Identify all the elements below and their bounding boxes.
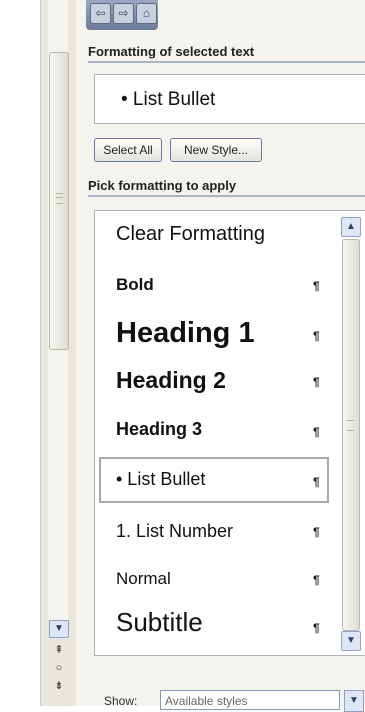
formatting-section-label: Formatting of selected text (88, 44, 365, 63)
styles-list-scrollbar[interactable]: ▲ ▼ (341, 217, 361, 651)
chevron-down-icon[interactable]: ▼ (344, 690, 364, 712)
style-item-label: Normal (116, 569, 171, 588)
styles-and-formatting-pane: ⇦ ⇨ ⌂ Formatting of selected text • List… (76, 0, 365, 712)
paragraph-mark-icon: ¶ (313, 425, 320, 439)
style-item-label: Heading 3 (116, 419, 203, 439)
show-dropdown[interactable]: Available styles (160, 690, 340, 710)
style-item-label: Bold (116, 275, 154, 294)
style-item-list-number[interactable]: 1. List Number (116, 521, 326, 542)
style-item-label: Clear Formatting (116, 223, 265, 245)
grip-icon (56, 193, 63, 204)
select-all-button[interactable]: Select All (94, 138, 162, 162)
selected-formatting-text: • List Bullet (121, 89, 216, 110)
styles-list[interactable]: Clear Formatting Bold ¶ Heading 1 ¶ Head… (94, 210, 365, 656)
scroll-up-icon[interactable]: ▲ (341, 217, 361, 237)
style-item-heading-3[interactable]: Heading 3 (116, 419, 326, 440)
paragraph-mark-icon: ¶ (313, 525, 320, 539)
paragraph-mark-icon: ¶ (313, 573, 320, 587)
home-icon[interactable]: ⌂ (136, 3, 157, 24)
style-item-clear-formatting[interactable]: Clear Formatting (116, 223, 326, 246)
style-item-label: Heading 2 (116, 367, 226, 393)
forward-arrow-icon[interactable]: ⇨ (113, 3, 134, 24)
scroll-down-icon[interactable]: ▼ (341, 631, 361, 651)
style-item-subtitle[interactable]: Subtitle (116, 607, 326, 638)
scrollbar-thumb[interactable] (342, 239, 360, 631)
new-style-button[interactable]: New Style... (170, 138, 262, 162)
pane-nav-bar: ⇦ ⇨ ⌂ (86, 0, 158, 30)
paragraph-mark-icon: ¶ (313, 375, 320, 389)
paragraph-mark-icon: ¶ (313, 329, 320, 343)
style-item-bold[interactable]: Bold (116, 275, 326, 295)
document-margin (0, 0, 40, 706)
style-item-label: • List Bullet (116, 469, 206, 489)
paragraph-mark-icon: ¶ (313, 475, 320, 489)
style-item-heading-1[interactable]: Heading 1 (116, 317, 326, 350)
grip-icon (347, 420, 354, 431)
scrollbar-thumb[interactable] (49, 52, 69, 350)
document-vertical-scrollbar[interactable]: ▼ ⇞ ○ ⇟ (40, 0, 76, 706)
previous-page-icon[interactable]: ⇞ (52, 644, 66, 656)
select-browse-object-icon[interactable]: ○ (52, 662, 66, 674)
paragraph-mark-icon: ¶ (313, 621, 320, 635)
pick-formatting-section-label: Pick formatting to apply (88, 178, 365, 197)
style-item-label: Subtitle (116, 607, 203, 637)
scroll-down-icon[interactable]: ▼ (49, 620, 69, 638)
selected-formatting-box[interactable]: • List Bullet (94, 74, 365, 124)
style-item-label: Heading 1 (116, 317, 255, 349)
paragraph-mark-icon: ¶ (313, 279, 320, 293)
back-arrow-icon[interactable]: ⇦ (90, 3, 111, 24)
style-item-list-bullet[interactable]: • List Bullet (99, 457, 329, 503)
next-page-icon[interactable]: ⇟ (52, 680, 66, 692)
style-item-label: 1. List Number (116, 521, 234, 541)
style-item-normal[interactable]: Normal (116, 569, 326, 589)
style-item-heading-2[interactable]: Heading 2 (116, 367, 326, 394)
